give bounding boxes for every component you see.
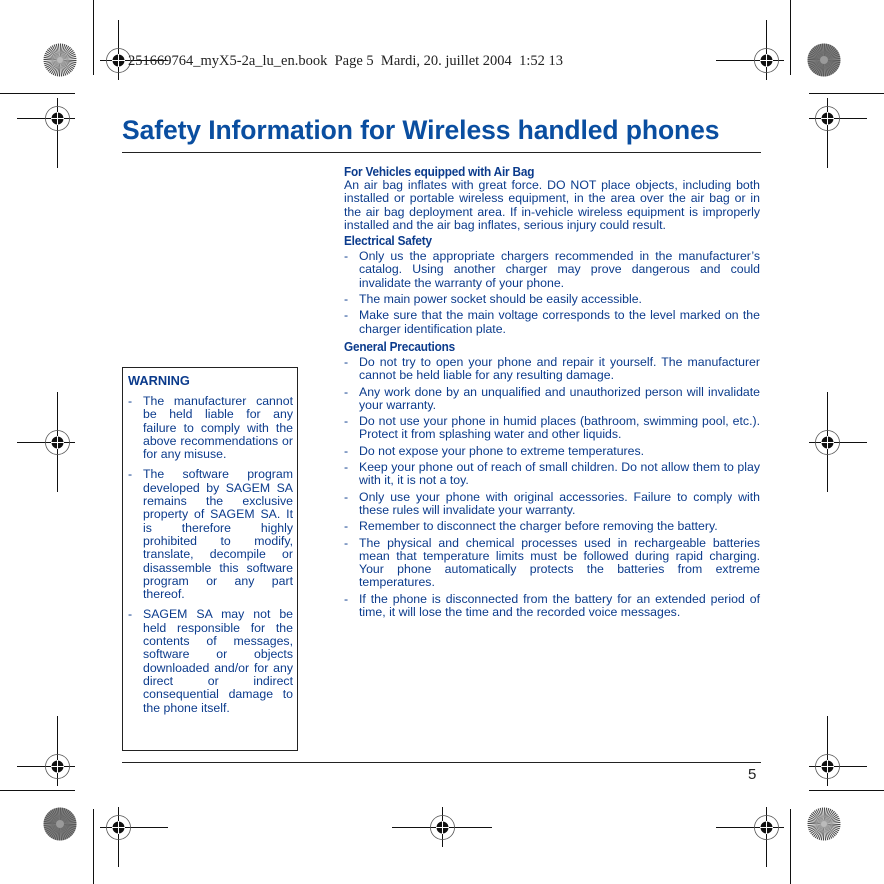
registration-mark-icon <box>716 20 784 80</box>
starburst-target-icon <box>807 43 841 77</box>
crop-line <box>809 790 884 791</box>
main-column: For Vehicles equipped with Air Bag An ai… <box>344 164 760 622</box>
registration-mark-icon <box>17 98 75 168</box>
page-number: 5 <box>748 766 757 783</box>
list-item: The physical and chemical processes used… <box>344 536 760 590</box>
crop-line <box>809 93 884 94</box>
print-header-page: Page 5 <box>334 53 374 69</box>
starburst-target-icon <box>43 807 77 841</box>
registration-mark-icon <box>392 807 492 847</box>
list-item: Make sure that the main voltage correspo… <box>344 309 760 336</box>
list-item: Any work done by an unqualified and unau… <box>344 385 760 413</box>
crop-line <box>790 809 791 884</box>
bullet-list: Do not try to open your phone and repair… <box>344 355 760 620</box>
page-title: Safety Information for Wireless handled … <box>122 115 720 145</box>
starburst-target-icon <box>807 807 841 841</box>
crop-line <box>790 0 791 75</box>
list-item: If the phone is disconnected from the ba… <box>344 592 760 620</box>
section-heading: For Vehicles equipped with Air Bag <box>344 164 535 179</box>
registration-mark-icon <box>809 392 867 492</box>
registration-mark-icon <box>809 716 867 786</box>
registration-mark-icon <box>716 807 784 867</box>
list-item: Do not try to open your phone and repair… <box>344 355 760 383</box>
print-header-filename: 251669764_myX5-2a_lu_en.book <box>128 53 328 69</box>
warning-heading: WARNING <box>128 373 190 388</box>
section-electrical-safety: Electrical Safety Only us the appropriat… <box>344 233 760 336</box>
registration-mark-icon <box>17 392 75 492</box>
starburst-target-icon <box>43 43 77 77</box>
list-item: The main power socket should be easily a… <box>344 292 760 306</box>
list-item: Only use your phone with original access… <box>344 490 760 518</box>
crop-line <box>0 790 75 791</box>
print-header-time: 1:52 13 <box>519 53 563 69</box>
section-heading: General Precautions <box>344 338 456 354</box>
section-general-precautions: General Precautions Do not try to open y… <box>344 339 760 619</box>
section-body: An air bag inflates with great force. DO… <box>344 178 760 232</box>
list-item: Remember to disconnect the charger befor… <box>344 519 760 533</box>
section-airbag: For Vehicles equipped with Air Bag An ai… <box>344 164 760 232</box>
print-header-date: Mardi, 20. juillet 2004 <box>380 53 512 69</box>
warning-item: The software program developed by SAGEM … <box>128 468 293 601</box>
list-item: Keep your phone out of reach of small ch… <box>344 460 760 488</box>
registration-mark-icon <box>809 98 867 168</box>
title-divider <box>122 152 761 153</box>
warning-item: The manufacturer cannot be held liable f… <box>128 394 293 461</box>
crop-line <box>0 93 75 94</box>
list-item: Only us the appropriate chargers recomme… <box>344 250 760 290</box>
registration-mark-icon <box>100 20 168 80</box>
crop-line <box>93 809 94 884</box>
registration-mark-icon <box>100 807 168 867</box>
warning-item: SAGEM SA may not be held responsible for… <box>128 608 293 714</box>
bullet-list: Only us the appropriate chargers recomme… <box>344 250 760 336</box>
registration-mark-icon <box>17 716 75 786</box>
crop-line <box>93 0 94 75</box>
warning-box: WARNING The manufacturer cannot be held … <box>122 367 298 751</box>
print-header: 251669764_myX5-2a_lu_en.book Page 5 Mard… <box>128 53 563 70</box>
footer-divider <box>122 762 761 763</box>
section-heading: Electrical Safety <box>344 233 432 249</box>
list-item: Do not use your phone in humid places (b… <box>344 415 760 442</box>
list-item: Do not expose your phone to extreme temp… <box>344 444 760 458</box>
warning-list: The manufacturer cannot be held liable f… <box>128 394 293 715</box>
